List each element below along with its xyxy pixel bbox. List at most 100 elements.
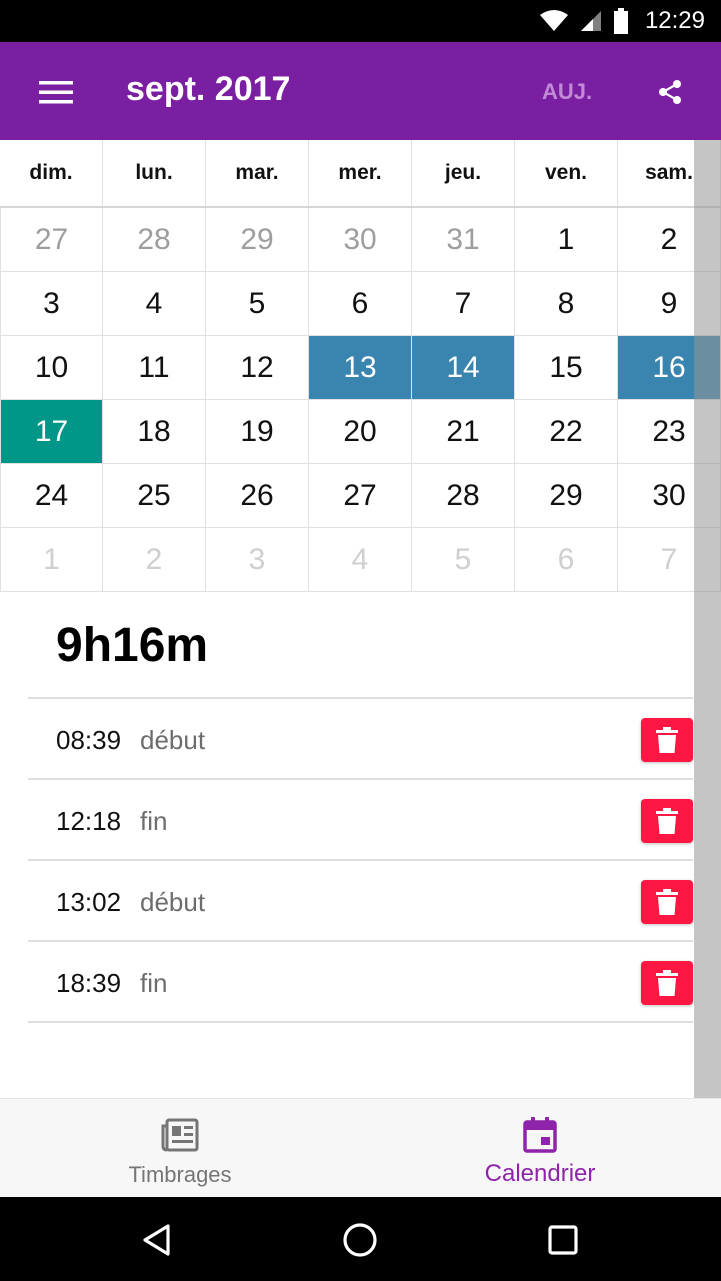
time-entry-row: 12:18 fin	[28, 780, 693, 861]
calendar-grid: 27 28 29 30 31 1 2 3 4 5 6 7 8 9 10 11 12 13 14 15 16 17 18 19 2…	[0, 208, 721, 592]
calendar-day-cell[interactable]: 3	[206, 528, 309, 591]
nav-item-timbrages[interactable]: Timbrages	[0, 1099, 360, 1198]
calendar-day-cell[interactable]: 15	[515, 336, 618, 399]
entry-type: fin	[140, 806, 168, 836]
delete-entry-button[interactable]	[641, 880, 693, 924]
calendar-week-row: 3456789	[0, 272, 721, 336]
entry-time: 12:18	[56, 806, 122, 836]
wifi-icon	[539, 10, 568, 31]
status-icons: 12:29	[539, 0, 705, 42]
calendar-day-cell[interactable]: 28	[103, 208, 206, 271]
entry-time: 13:02	[56, 887, 122, 917]
calendar-day-cell[interactable]: 28	[412, 464, 515, 527]
weekday-label: mer.	[309, 140, 412, 206]
weekday-label: mar.	[206, 140, 309, 206]
calendar-day-cell[interactable]: 25	[103, 464, 206, 527]
status-bar: 12:29	[0, 0, 721, 42]
entry-type: début	[140, 887, 206, 917]
weekday-label: ven.	[515, 140, 618, 206]
calendar-day-cell[interactable]: 17	[0, 400, 103, 463]
time-entries-list: 08:39 début 12:18 fin 13:02 début 18:39 fin	[28, 697, 693, 1023]
trash-icon	[656, 727, 678, 753]
calendar-day-cell[interactable]: 10	[0, 336, 103, 399]
calendar-day-cell[interactable]: 5	[206, 272, 309, 335]
calendar-day-cell[interactable]: 12	[206, 336, 309, 399]
calendar-day-cell[interactable]: 13	[309, 336, 412, 399]
menu-button[interactable]	[26, 66, 86, 118]
calendar-day-cell[interactable]: 11	[103, 336, 206, 399]
calendar-day-cell[interactable]: 29	[206, 208, 309, 271]
back-triangle-icon	[143, 1224, 170, 1256]
entry-type: début	[140, 725, 206, 755]
calendar-day-cell[interactable]: 31	[412, 208, 515, 271]
home-circle-icon	[343, 1223, 377, 1257]
calendar-day-cell[interactable]: 5	[412, 528, 515, 591]
calendar-week-row: 17 18 19 20 21 22 23	[0, 400, 721, 464]
calendar-day-cell[interactable]: 2	[103, 528, 206, 591]
day-total-duration: 9h16m	[56, 619, 209, 672]
month-calendar: dim. lun. mar. mer. jeu. ven. sam. 27 28 29 30 31 1…	[0, 140, 721, 592]
home-button[interactable]	[335, 1215, 385, 1265]
calendar-day-cell[interactable]: 4	[309, 528, 412, 591]
month-title: sept. 2017	[126, 70, 291, 108]
trash-icon	[656, 808, 678, 834]
entry-type: fin	[140, 968, 168, 998]
calendar-day-cell[interactable]: 22	[515, 400, 618, 463]
back-button[interactable]	[132, 1215, 182, 1265]
share-icon	[659, 80, 681, 104]
delete-entry-button[interactable]	[641, 799, 693, 843]
weekday-label: jeu.	[412, 140, 515, 206]
calendar-day-cell[interactable]: 20	[309, 400, 412, 463]
newspaper-icon	[160, 1115, 200, 1155]
nav-label-timbrages: Timbrages	[128, 1162, 232, 1187]
calendar-day-cell[interactable]: 7	[412, 272, 515, 335]
calendar-day-cell[interactable]: 18	[103, 400, 206, 463]
bottom-navigation: Timbrages Calendrier	[0, 1098, 721, 1197]
cell-signal-icon	[580, 11, 601, 31]
trash-icon	[656, 889, 678, 915]
delete-entry-button[interactable]	[641, 961, 693, 1005]
time-entry-row: 18:39 fin	[28, 942, 693, 1023]
calendar-day-cell[interactable]: 24	[0, 464, 103, 527]
app-bar: sept. 2017 AUJ.	[0, 42, 721, 140]
battery-icon	[613, 8, 628, 34]
nav-item-calendrier[interactable]: Calendrier	[360, 1099, 720, 1198]
hamburger-menu-icon	[39, 81, 73, 104]
calendar-day-cell[interactable]: 6	[309, 272, 412, 335]
delete-entry-button[interactable]	[641, 718, 693, 762]
calendar-day-cell[interactable]: 21	[412, 400, 515, 463]
time-entry-row: 08:39 début	[28, 699, 693, 780]
recents-button[interactable]	[538, 1215, 588, 1265]
calendar-day-cell[interactable]: 3	[0, 272, 103, 335]
share-button[interactable]	[648, 70, 692, 114]
time-entry-row: 13:02 début	[28, 861, 693, 942]
calendar-day-cell[interactable]: 27	[309, 464, 412, 527]
calendar-day-cell[interactable]: 27	[0, 208, 103, 271]
scrollbar[interactable]	[694, 140, 721, 1098]
entry-time: 18:39	[56, 968, 122, 998]
today-button[interactable]: AUJ.	[526, 74, 608, 110]
calendar-day-cell[interactable]: 1	[0, 528, 103, 591]
weekday-label: dim.	[0, 140, 103, 206]
recents-square-icon	[548, 1225, 578, 1255]
calendar-day-cell[interactable]: 8	[515, 272, 618, 335]
calendar-day-cell[interactable]: 26	[206, 464, 309, 527]
calendar-day-cell[interactable]: 30	[309, 208, 412, 271]
entry-time: 08:39	[56, 725, 122, 755]
calendar-day-cell[interactable]: 4	[103, 272, 206, 335]
nav-label-calendrier: Calendrier	[484, 1160, 596, 1187]
weekday-header: dim. lun. mar. mer. jeu. ven. sam.	[0, 140, 721, 208]
calendar-day-cell[interactable]: 29	[515, 464, 618, 527]
calendar-icon	[520, 1115, 560, 1155]
calendar-week-row: 1234567	[0, 528, 721, 592]
trash-icon	[656, 970, 678, 996]
calendar-day-cell[interactable]: 14	[412, 336, 515, 399]
system-navigation-bar	[0, 1197, 721, 1281]
calendar-day-cell[interactable]: 6	[515, 528, 618, 591]
calendar-day-cell[interactable]: 1	[515, 208, 618, 271]
calendar-week-row: 27 28 29 30 31 1 2	[0, 208, 721, 272]
weekday-label: lun.	[103, 140, 206, 206]
calendar-week-row: 10 11 12 13 14 15 16	[0, 336, 721, 400]
calendar-day-cell[interactable]: 19	[206, 400, 309, 463]
calendar-week-row: 24 25 26 27 28 29 30	[0, 464, 721, 528]
